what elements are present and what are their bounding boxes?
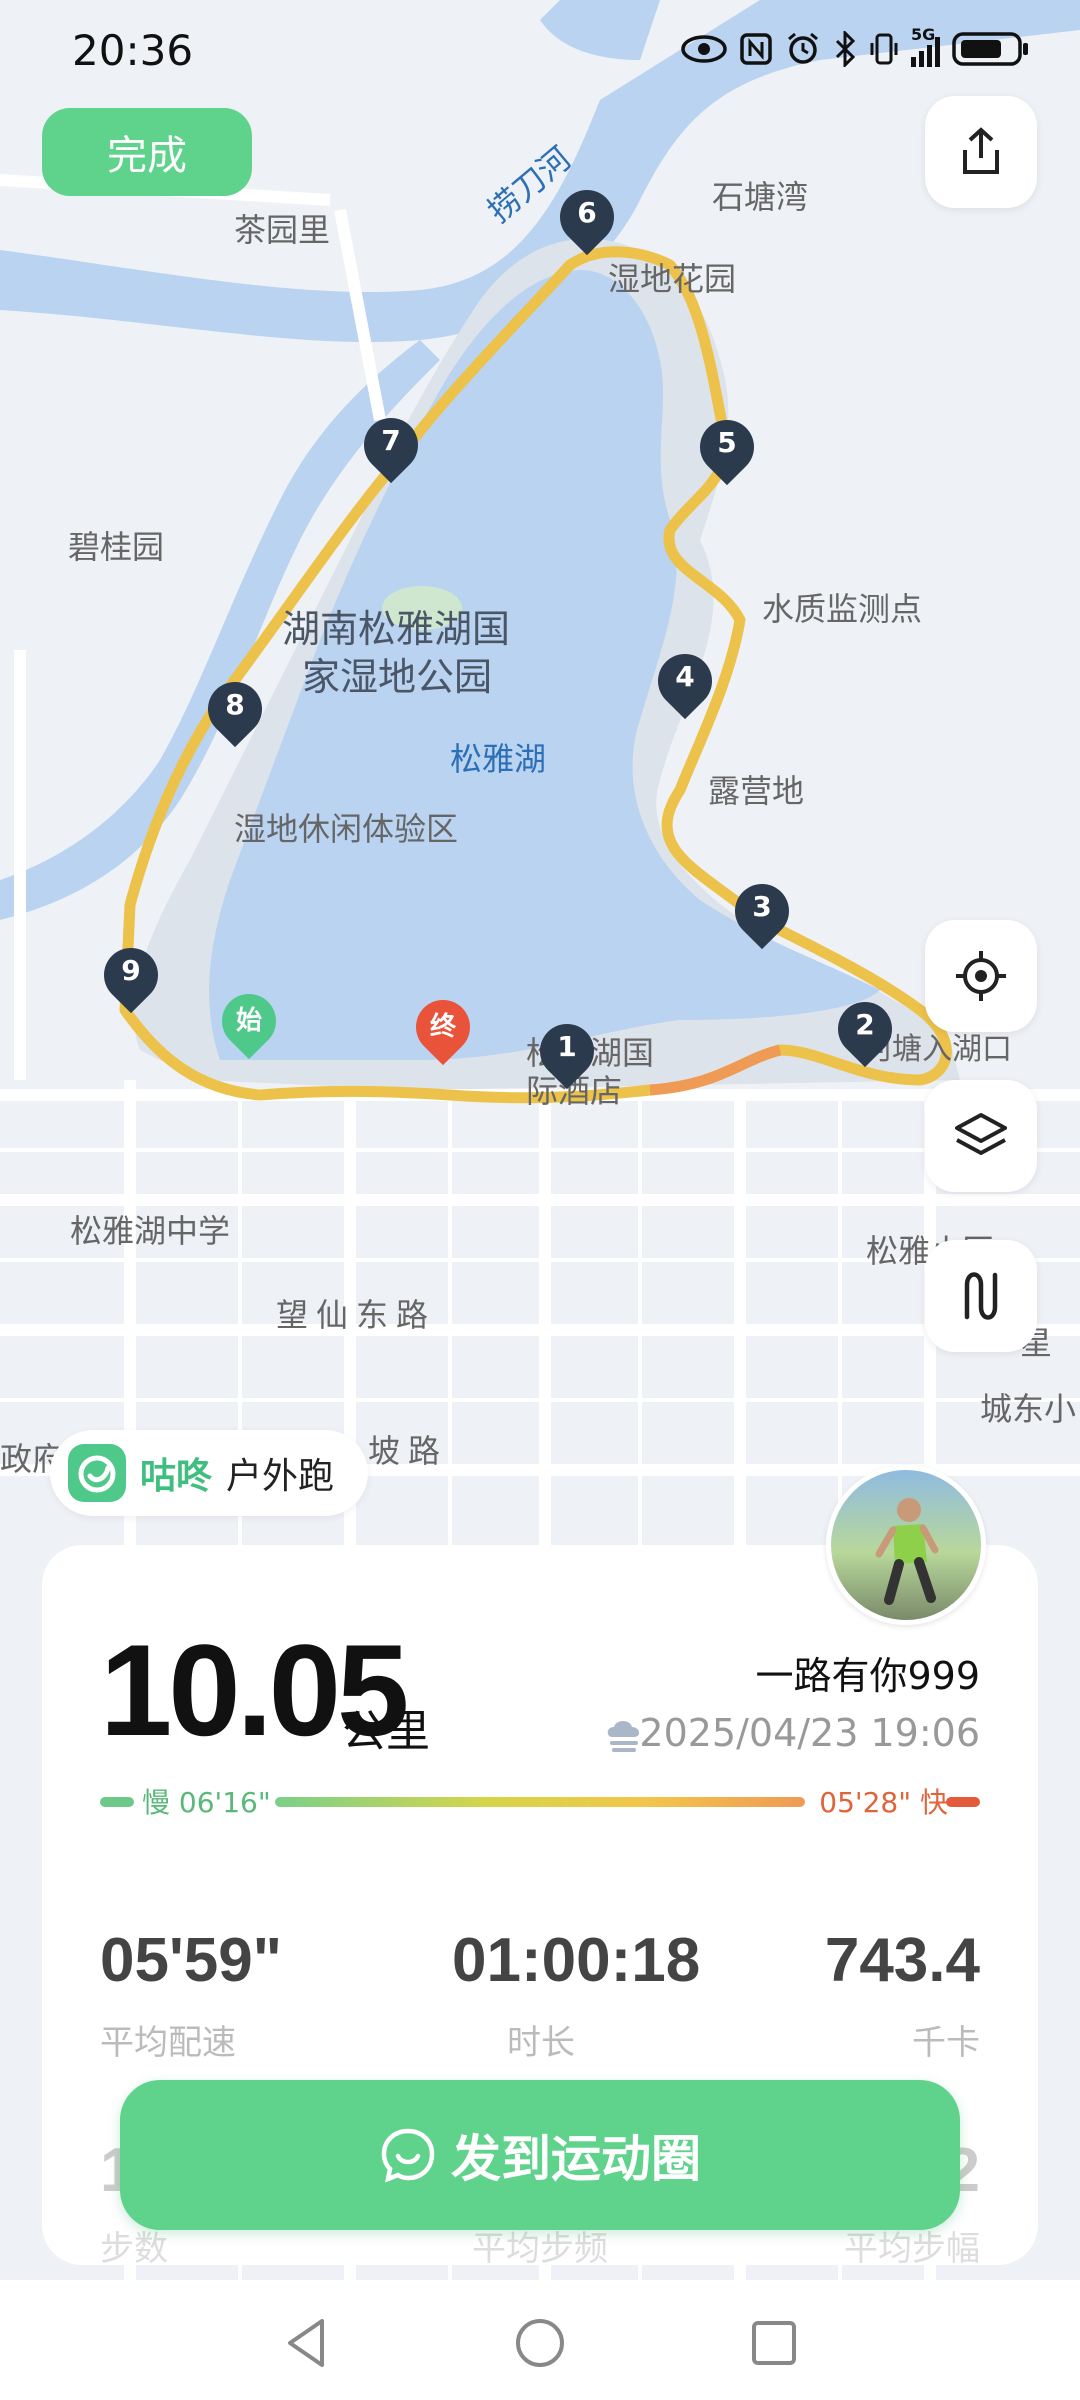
battery-icon [952,32,1028,66]
vibrate-icon [870,33,898,65]
map-label-lake: 松雅湖 [450,740,547,778]
avg-pace-label: 平均配速 [100,2023,236,2063]
map-label-wangxian: 望仙东路 [276,1296,437,1334]
layers-icon [955,1113,1007,1155]
nav-recents-icon[interactable] [746,2315,802,2371]
chat-smile-icon [381,2128,435,2183]
km-marker-label: 3 [752,890,772,923]
km-marker-4[interactable]: 4 [646,642,724,722]
locate-button[interactable] [925,920,1037,1032]
activity-type: 户外跑 [226,1456,335,1497]
map-label-xiuxian: 湿地休闲体验区 [234,810,459,848]
network-label: 5G [911,25,936,44]
post-button-label: 发到运动圈 [451,2130,701,2188]
codoon-logo-icon [68,1444,126,1502]
alarm-icon [788,32,818,64]
end-label: 终 [429,1012,456,1042]
km-marker-label: 2 [855,1008,875,1041]
duration-label: 时长 [507,2023,575,2063]
km-marker-label: 4 [675,660,695,693]
map-label-school: 松雅湖中学 [70,1212,231,1250]
km-marker-7[interactable]: 7 [352,406,430,486]
calories-value: 743.4 [824,1926,980,1995]
layers-button[interactable] [925,1080,1037,1192]
distance-unit: 公里 [342,1706,430,1757]
username: 一路有你999 [755,1654,980,1698]
map-label-park-line1: 湖南松雅湖国 [282,607,511,651]
km-marker-label: 7 [381,424,401,457]
app-brand-chip: 咕咚 户外跑 [50,1430,369,1516]
map-label-luying: 露营地 [708,772,805,810]
km-marker-2[interactable]: 2 [826,990,904,1070]
pace-slow-dot [100,1797,134,1807]
signal-5g-icon: 5G [911,25,940,67]
route-replay-button[interactable] [925,1240,1037,1352]
status-bar: 20:36 5G [0,0,1080,100]
map-label-park-line2: 家湿地公园 [302,655,493,699]
done-button[interactable]: 完成 [42,108,252,196]
status-time: 20:36 [72,26,194,75]
brand-name: 咕咚 [140,1456,213,1497]
duration-value: 01:00:18 [452,1926,701,1995]
start-label: 始 [235,1006,262,1036]
calories-label: 千卡 [912,2023,980,2063]
km-marker-3[interactable]: 3 [723,872,801,952]
pace-fast-label: 05'28" 快 [819,1786,948,1819]
eye-icon [681,35,727,63]
status-icons: 5G [681,25,1030,68]
pace-fast-dot [946,1797,980,1807]
nav-back-icon[interactable] [278,2315,334,2371]
pace-slow-label: 慢 06'16" [142,1786,271,1819]
nfc-icon [740,33,772,65]
km-marker-label: 9 [121,954,141,987]
km-marker-label: 1 [557,1030,577,1063]
nav-home-icon[interactable] [512,2315,568,2371]
map-label-shidihuayuan: 湿地花园 [608,260,737,298]
share-icon [963,127,999,174]
end-marker[interactable]: 终 [404,988,482,1068]
map-label-chayuanli: 茶园里 [234,211,331,249]
pace-gradient-bar [275,1797,805,1807]
km-marker-8[interactable]: 8 [196,670,274,750]
bluetooth-icon [835,31,856,67]
route-icon [964,1272,998,1320]
map-label-qiaopo: 坡路 [368,1432,449,1470]
km-marker-label: 5 [717,426,737,459]
avatar[interactable] [826,1465,986,1625]
km-marker-1[interactable]: 1 [528,1012,606,1092]
map-label-shitangwan: 石塘湾 [712,178,809,216]
map-label-biguiyuan: 碧桂园 [68,528,165,566]
map-label-shuizhi: 水质监测点 [762,590,923,628]
km-marker-6[interactable]: 6 [548,178,626,258]
start-marker[interactable]: 始 [210,982,288,1062]
km-marker-9[interactable]: 9 [92,936,170,1016]
locate-icon [956,951,1006,1001]
km-marker-5[interactable]: 5 [688,408,766,488]
map-label-chengdong: 城东小 [980,1390,1077,1428]
run-datetime: 2025/04/23 19:06 [639,1711,980,1755]
km-marker-label: 8 [225,688,245,721]
share-button[interactable] [925,96,1037,208]
avg-pace-value: 05'59" [100,1926,283,1995]
post-to-feed-button[interactable]: 发到运动圈 [120,2080,960,2230]
km-marker-label: 6 [577,196,597,229]
